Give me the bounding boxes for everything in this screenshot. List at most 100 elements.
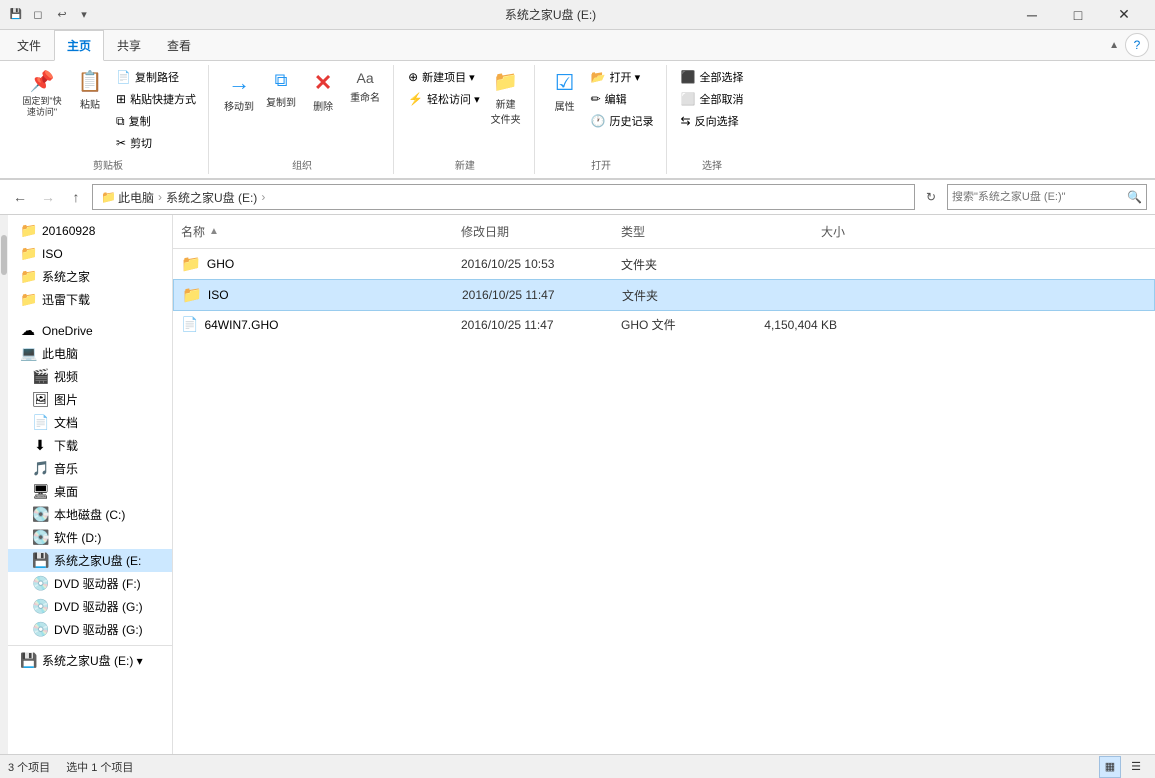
refresh-btn[interactable]: ↻ <box>919 185 943 209</box>
sidebar-item-desktop[interactable]: 🖥 桌面 <box>8 480 172 503</box>
file-row-gho[interactable]: 📁 GHO 2016/10/25 10:53 文件夹 <box>173 249 1155 279</box>
folder-icon: 📁 <box>101 190 116 204</box>
open-file-icon: 📂 <box>591 70 606 84</box>
close-btn[interactable]: ✕ <box>1101 0 1147 30</box>
delete-btn[interactable]: ✕ 删除 <box>303 67 343 116</box>
help-btn[interactable]: ? <box>1125 33 1149 57</box>
undo-btn[interactable]: ↩ <box>52 3 72 27</box>
clipboard-items: 📌 固定到"快速访问" 📋 粘贴 📄 复制路径 ⊞ 粘贴快捷方式 <box>16 67 200 153</box>
sidebar-item-syzj-e[interactable]: 💾 系统之家U盘 (E: <box>8 549 172 572</box>
disk-d-icon: 💽 <box>32 529 48 546</box>
grid-view-btn[interactable]: ▦ <box>1099 756 1121 778</box>
sidebar-item-documents[interactable]: 📄 文档 <box>8 411 172 434</box>
easy-access-btn[interactable]: ⚡ 轻松访问 ▾ <box>404 89 484 109</box>
new-folder-btn[interactable]: 📁 新建文件夹 <box>486 67 526 129</box>
cut-btn[interactable]: ✂ 剪切 <box>112 133 200 153</box>
sidebar-item-iso[interactable]: 📁 ISO <box>8 242 172 265</box>
sidebar-item-video[interactable]: 🎬 视频 <box>8 365 172 388</box>
open-file-btn[interactable]: 📂 打开 ▾ <box>587 67 658 87</box>
window-controls[interactable]: ─ □ ✕ <box>1009 0 1147 30</box>
file-type-iso: 文件夹 <box>614 284 734 307</box>
copy-to-btn[interactable]: ⧉ 复制到 <box>261 67 301 112</box>
sidebar-item-network[interactable]: 💾 系统之家U盘 (E:) ▾ <box>8 645 172 672</box>
documents-icon: 📄 <box>32 414 48 431</box>
maximize-btn[interactable]: □ <box>1055 0 1101 30</box>
sidebar-item-onedrive[interactable]: ☁ OneDrive <box>8 319 172 342</box>
file-date-iso: 2016/10/25 11:47 <box>454 285 614 305</box>
ribbon: 文件 主页 共享 查看 ▲ ? 📌 固定到"快速访问" 📋 粘贴 <box>0 30 1155 180</box>
select-items: ⬛ 全部选择 ⬜ 全部取消 ⇆ 反向选择 <box>677 67 748 153</box>
status-selected: 选中 1 个项目 <box>66 759 133 775</box>
new-items: ⊕ 新建项目 ▾ ⚡ 轻松访问 ▾ 📁 新建文件夹 <box>404 67 526 153</box>
list-view-btn[interactable]: ☰ <box>1125 756 1147 778</box>
minimize-btn[interactable]: ─ <box>1009 0 1055 30</box>
sidebar-item-dvd-g2[interactable]: 💿 DVD 驱动器 (G:) <box>8 618 172 641</box>
quick-access-btn[interactable]: ◻ <box>28 3 48 27</box>
tab-share[interactable]: 共享 <box>104 30 154 61</box>
status-total: 3 个项目 <box>8 759 50 775</box>
file-row-win7[interactable]: 📄 64WIN7.GHO 2016/10/25 11:47 GHO 文件 4,1… <box>173 311 1155 338</box>
copy-path-btn[interactable]: 📄 复制路径 <box>112 67 200 87</box>
sidebar-item-music[interactable]: 🎵 音乐 <box>8 457 172 480</box>
copy-icon: ⧉ <box>116 114 125 129</box>
copy-btn[interactable]: ⧉ 复制 <box>112 111 200 131</box>
search-input[interactable] <box>952 191 1123 203</box>
pictures-icon: 🖼 <box>32 391 48 408</box>
select-all-btn[interactable]: ⬛ 全部选择 <box>677 67 748 87</box>
file-name-win7: 📄 64WIN7.GHO <box>173 313 453 336</box>
sidebar-item-local-c[interactable]: 💽 本地磁盘 (C:) <box>8 503 172 526</box>
col-date[interactable]: 修改日期 <box>453 219 613 244</box>
properties-btn[interactable]: ☑ 属性 <box>545 67 585 116</box>
sidebar-scroll-track[interactable] <box>0 215 8 754</box>
col-type[interactable]: 类型 <box>613 219 733 244</box>
sidebar-item-thispc[interactable]: 💻 此电脑 <box>8 342 172 365</box>
title-bar-quick-icons[interactable]: 💾 ◻ ↩ ▾ <box>8 3 92 27</box>
gho-file-icon: 📄 <box>181 316 198 333</box>
paste-icon: 📋 <box>78 70 103 94</box>
rename-icon: Aa <box>357 70 374 87</box>
invert-selection-btn[interactable]: ⇆ 反向选择 <box>677 111 748 131</box>
back-btn[interactable]: ← <box>8 185 32 209</box>
paste-shortcut-icon: ⊞ <box>116 92 126 106</box>
search-box[interactable]: 🔍 <box>947 184 1147 210</box>
ribbon-collapse-btn[interactable]: ▲ <box>1105 36 1123 55</box>
deselect-all-btn[interactable]: ⬜ 全部取消 <box>677 89 748 109</box>
sidebar-item-downloads[interactable]: ⬇ 下载 <box>8 434 172 457</box>
sidebar-item-syzj[interactable]: 📁 系统之家 <box>8 265 172 288</box>
up-btn[interactable]: ↑ <box>64 185 88 209</box>
sidebar-item-20160928[interactable]: 📁 20160928 <box>8 219 172 242</box>
edit-btn[interactable]: ✏ 编辑 <box>587 89 658 109</box>
forward-btn[interactable]: → <box>36 185 60 209</box>
pin-to-quick-access-btn[interactable]: 📌 固定到"快速访问" <box>16 67 68 121</box>
quick-menu-btn[interactable]: ▾ <box>76 3 92 27</box>
tab-file[interactable]: 文件 <box>4 30 54 61</box>
new-item-btn[interactable]: ⊕ 新建项目 ▾ <box>404 67 484 87</box>
move-icon: → <box>228 70 250 96</box>
tab-home[interactable]: 主页 <box>54 30 104 61</box>
clipboard-label: 剪贴板 <box>93 157 123 172</box>
file-row-iso[interactable]: 📁 ISO 2016/10/25 11:47 文件夹 <box>173 279 1155 311</box>
sidebar-item-thunder[interactable]: 📁 迅雷下载 <box>8 288 172 311</box>
tab-view[interactable]: 查看 <box>154 30 204 61</box>
new-folder-icon: 📁 <box>493 70 518 94</box>
sidebar-item-soft-d[interactable]: 💽 软件 (D:) <box>8 526 172 549</box>
move-to-btn[interactable]: → 移动到 <box>219 67 259 116</box>
edit-icon: ✏ <box>591 92 601 106</box>
sidebar-item-pictures[interactable]: 🖼 图片 <box>8 388 172 411</box>
desktop-icon: 🖥 <box>32 483 48 500</box>
file-name-iso: 📁 ISO <box>174 282 454 308</box>
paste-shortcut-btn[interactable]: ⊞ 粘贴快捷方式 <box>112 89 200 109</box>
file-list-header: 名称 ▲ 修改日期 类型 大小 <box>173 215 1155 249</box>
sidebar-item-dvd-f[interactable]: 💿 DVD 驱动器 (F:) <box>8 572 172 595</box>
paste-btn[interactable]: 📋 粘贴 <box>70 67 110 114</box>
rename-btn[interactable]: Aa 重命名 <box>345 67 385 107</box>
address-bar[interactable]: 📁 此电脑 › 系统之家U盘 (E:) › <box>92 184 915 210</box>
view-controls: ▦ ☰ <box>1099 756 1147 778</box>
sidebar-item-dvd-g1[interactable]: 💿 DVD 驱动器 (G:) <box>8 595 172 618</box>
ribbon-group-select: ⬛ 全部选择 ⬜ 全部取消 ⇆ 反向选择 选择 <box>669 65 756 174</box>
folder-icon: 📁 <box>20 291 36 308</box>
col-name[interactable]: 名称 ▲ <box>173 219 453 244</box>
col-size[interactable]: 大小 <box>733 219 853 244</box>
window-title: 系统之家U盘 (E:) <box>92 6 1009 23</box>
history-btn[interactable]: 🕐 历史记录 <box>587 111 658 131</box>
